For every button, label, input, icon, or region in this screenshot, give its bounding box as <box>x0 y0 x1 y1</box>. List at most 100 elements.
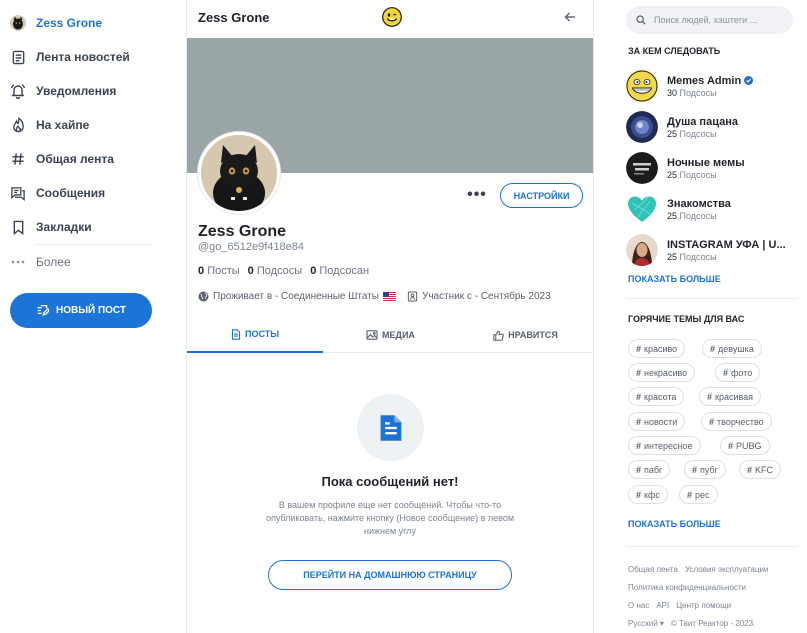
follow-suggestion[interactable]: Memes Admin 30 Подсосы <box>626 68 796 104</box>
topic-tag[interactable]: # новости <box>628 412 686 431</box>
bell-icon <box>9 82 27 100</box>
follow-suggestion[interactable]: Знакомства 25 Подсосы <box>626 191 796 227</box>
follow-suggestion[interactable]: Душа пацана 25 Подсосы <box>626 109 796 145</box>
sidebar-item-explore[interactable]: Общая лента <box>9 146 169 172</box>
image-icon <box>366 330 378 340</box>
footer-link-about[interactable]: О нас <box>628 601 649 610</box>
followers-count: 0 <box>310 265 317 277</box>
topic-tag[interactable]: # красота <box>628 387 685 406</box>
new-post-button[interactable]: НОВЫЙ ПОСТ <box>10 293 152 328</box>
following-stat[interactable]: 0 Подсосы <box>248 265 303 277</box>
search-input[interactable] <box>654 15 774 25</box>
avatar <box>626 152 658 184</box>
sidebar-item-label: Сообщения <box>36 186 106 200</box>
sidebar-item-feed[interactable]: Лента новостей <box>9 44 169 70</box>
posts-count: 0 <box>198 265 205 277</box>
footer-link-privacy[interactable]: Политика конфиденциальности <box>628 583 746 592</box>
posts-label: Посты <box>207 265 240 277</box>
topic-tag[interactable]: # рес <box>679 485 718 504</box>
topic-tag[interactable]: # красиво <box>628 339 686 358</box>
topic-tag[interactable]: # кфс <box>628 485 668 504</box>
topic-tag-label: кфс <box>644 489 660 500</box>
sidebar-item-hype[interactable]: На хайпе <box>9 112 169 138</box>
sidebar-item-more[interactable]: Более <box>9 249 169 275</box>
empty-state-description: В вашем профиле еще нет сообщений. Чтобы… <box>265 500 515 536</box>
follow-suggestion[interactable]: Ночные мемы 25 Подсосы <box>626 150 796 186</box>
followers-stat[interactable]: 0 Подсосан <box>310 265 369 277</box>
profile-handle: @go_6512e9f418e84 <box>198 241 304 253</box>
follow-count-label: Подсосы <box>679 169 717 180</box>
who-to-follow-title: ЗА КЕМ СЛЕДОВАТЬ <box>628 46 721 56</box>
topic-tag[interactable]: # интересное <box>628 436 701 455</box>
language-selector[interactable]: Русский ▾ <box>628 619 664 628</box>
profile-name: Zess Grone <box>198 223 287 240</box>
posts-stat[interactable]: 0 Посты <box>198 265 240 277</box>
footer-link-api[interactable]: API <box>656 601 669 610</box>
topic-tag-label: некрасиво <box>644 367 688 378</box>
language-label: Русский <box>628 619 658 628</box>
member-since-info: Участник с - Сентябрь 2023 <box>407 291 551 302</box>
follow-name: Memes Admin <box>667 74 742 87</box>
tab-media[interactable]: МЕДИА <box>323 317 458 353</box>
topic-tag[interactable]: # девушка <box>702 339 762 358</box>
search-bar[interactable] <box>626 6 793 34</box>
tab-label: ПОСТЫ <box>244 329 280 339</box>
topic-tag[interactable]: # пабг <box>628 460 671 479</box>
id-card-icon <box>407 291 418 302</box>
follow-count: 25 <box>667 210 678 221</box>
topic-tag[interactable]: # фото <box>715 363 761 382</box>
flame-icon <box>9 116 27 134</box>
more-options-button[interactable]: ••• <box>465 186 489 204</box>
profile-stats: 0 Посты 0 Подсосы 0 Подсосан <box>198 265 369 277</box>
following-count: 0 <box>247 265 254 277</box>
topic-tag-label: KFC <box>755 464 774 475</box>
footer-links: Общая лента Условия эксплуатации <box>628 565 768 574</box>
topic-tag[interactable]: # красивая <box>699 387 762 406</box>
hashtag-icon <box>9 150 27 168</box>
tab-likes[interactable]: НРАВИТСЯ <box>458 317 593 353</box>
feed-icon <box>9 48 27 66</box>
sidebar-item-label: Уведомления <box>36 84 117 98</box>
tab-posts[interactable]: ПОСТЫ <box>187 317 323 353</box>
show-more-follow-link[interactable]: ПОКАЗАТЬ БОЛЬШЕ <box>628 274 721 284</box>
followers-label: Подсосан <box>319 265 370 277</box>
profile-avatar[interactable] <box>198 132 280 214</box>
arrow-left-icon <box>564 12 575 22</box>
empty-document-icon <box>357 394 424 461</box>
topic-tag[interactable]: # PUBG <box>720 436 770 455</box>
show-more-topics-link[interactable]: ПОКАЗАТЬ БОЛЬШЕ <box>628 519 721 529</box>
footer-links: Политика конфиденциальности <box>628 583 746 592</box>
back-button[interactable] <box>558 5 582 29</box>
sidebar-item-bookmarks[interactable]: Закладки <box>9 214 169 240</box>
go-home-button[interactable]: ПЕРЕЙТИ НА ДОМАШНЮЮ СТРАНИЦУ <box>268 560 512 590</box>
footer-link-help[interactable]: Центр помощи <box>676 601 731 610</box>
dots-icon <box>9 253 27 271</box>
topic-tag-label: интересное <box>644 440 693 451</box>
follow-count-label: Подсосы <box>679 87 717 98</box>
topic-tag[interactable]: # творчество <box>701 412 772 431</box>
following-label: Подсосы <box>256 265 303 277</box>
sidebar-item-notifications[interactable]: Уведомления <box>9 78 169 104</box>
sidebar-item-messages[interactable]: Сообщения <box>9 180 169 206</box>
search-icon <box>636 15 646 25</box>
topic-tag[interactable]: # пубг <box>684 460 726 479</box>
smiley-emoji-icon <box>382 7 402 27</box>
topic-tag[interactable]: # KFC <box>739 460 782 479</box>
topic-tag-label: красота <box>644 391 677 402</box>
hot-topics-title: ГОРЯЧИЕ ТЕМЫ ДЛЯ ВАС <box>628 314 745 324</box>
footer-link-explore[interactable]: Общая лента <box>628 565 678 574</box>
follow-suggestion[interactable]: INSTAGRAM УФА | U... 25 Подсосы <box>626 232 796 268</box>
sidebar-item-profile[interactable]: Zess Grone <box>9 10 169 36</box>
profile-meta: Проживает в - Соединенные Штаты Участник… <box>198 291 551 302</box>
topic-tag-label: пабг <box>644 464 663 475</box>
follow-name: Ночные мемы <box>667 156 745 169</box>
right-sidebar: ЗА КЕМ СЛЕДОВАТЬ Memes Admin 30 Подсосы … <box>594 0 807 633</box>
topic-tag-label: творчество <box>717 416 764 427</box>
new-post-icon <box>37 304 49 316</box>
settings-button[interactable]: НАСТРОЙКИ <box>500 183 583 208</box>
footer-link-terms[interactable]: Условия эксплуатации <box>685 565 768 574</box>
topic-tag[interactable]: # некрасиво <box>628 363 696 382</box>
follow-count-label: Подсосы <box>679 210 717 221</box>
messages-icon <box>9 184 27 202</box>
main-column: Zess Grone ••• НАСТРОЙКИ Zess Grone @go_… <box>186 0 594 633</box>
